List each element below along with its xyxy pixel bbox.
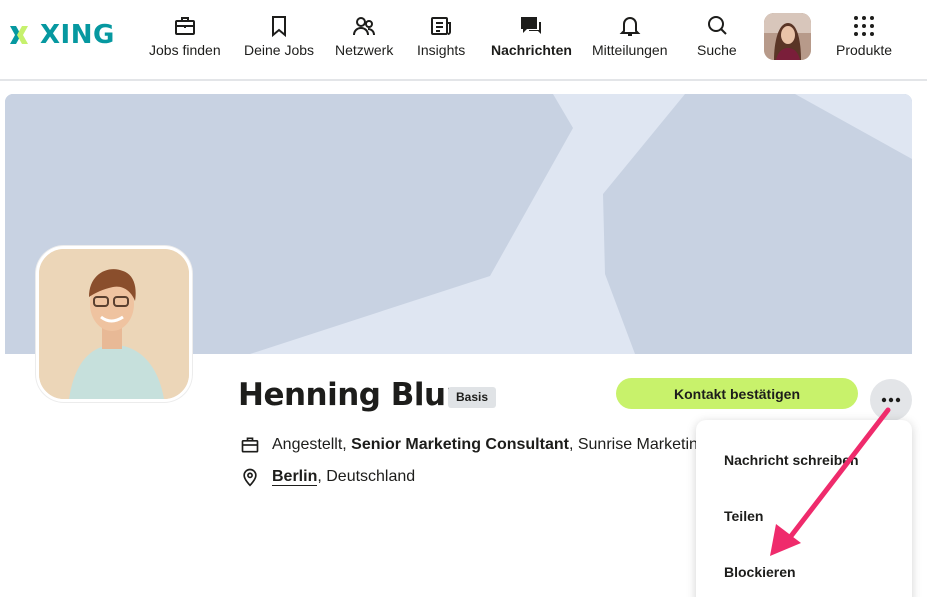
- more-horizontal-icon: [881, 397, 901, 403]
- nav-label: Nachrichten: [491, 42, 572, 58]
- xing-logo-text: XING: [40, 20, 115, 50]
- job-line: Angestellt, Senior Marketing Consultant,…: [272, 436, 707, 453]
- insights-icon: [431, 17, 452, 35]
- menu-item-blockieren[interactable]: Blockieren: [724, 564, 796, 580]
- menu-item-nachricht-schreiben[interactable]: Nachricht schreiben: [724, 452, 859, 468]
- xing-logo[interactable]: XING: [10, 20, 115, 50]
- nav-item-insights[interactable]: Insights: [417, 14, 465, 58]
- top-navigation: XING Jobs finden Deine Jobs Netzwerk Ins…: [0, 0, 927, 81]
- nav-item-netzwerk[interactable]: Netzwerk: [335, 14, 393, 58]
- profile-name: Henning Blum: [238, 377, 478, 413]
- confirm-contact-button[interactable]: Kontakt bestätigen: [616, 378, 858, 409]
- xing-logo-icon: [10, 26, 28, 44]
- people-icon: [353, 17, 376, 36]
- user-avatar[interactable]: [764, 13, 811, 60]
- profile-photo-image: [39, 249, 189, 399]
- profile-photo[interactable]: [36, 246, 192, 402]
- country: Deutschland: [326, 468, 416, 485]
- briefcase-icon: [174, 17, 195, 35]
- more-options-button[interactable]: [870, 379, 912, 421]
- nav-label: Deine Jobs: [244, 42, 315, 58]
- nav-item-deine-jobs[interactable]: Deine Jobs: [244, 14, 314, 58]
- nav-label: Jobs finden: [149, 42, 221, 58]
- search-icon: [707, 16, 727, 35]
- profile-job-row: Angestellt, Senior Marketing Consultant,…: [240, 435, 707, 455]
- job-position: Senior Marketing Consultant: [351, 436, 569, 453]
- nav-label: Produkte: [836, 42, 893, 58]
- nav-item-mitteilungen[interactable]: Mitteilungen: [592, 14, 668, 58]
- bell-icon: [619, 17, 641, 36]
- nav-item-produkte[interactable]: Produkte: [836, 14, 892, 58]
- membership-badge: Basis: [448, 387, 497, 408]
- company-name[interactable]: Sunrise Marketing: [578, 436, 707, 453]
- bookmark-icon: [272, 16, 287, 38]
- briefcase-icon: [241, 437, 259, 453]
- nav-label: Suche: [697, 42, 737, 58]
- menu-item-teilen[interactable]: Teilen: [724, 508, 763, 524]
- nav-label: Mitteilungen: [592, 42, 668, 58]
- location-line: Berlin, Deutschland: [272, 468, 416, 486]
- nav-item-jobs-finden[interactable]: Jobs finden: [149, 14, 221, 58]
- nav-item-nachrichten[interactable]: Nachrichten: [491, 14, 572, 58]
- location-pin-icon: [243, 468, 257, 487]
- grid-icon: [854, 16, 875, 36]
- profile-location-row: Berlin, Deutschland: [240, 467, 415, 487]
- user-avatar-image: [764, 13, 811, 60]
- city-link[interactable]: Berlin: [272, 468, 318, 486]
- nav-item-suche[interactable]: Suche: [697, 14, 737, 58]
- nav-label: Insights: [417, 42, 466, 58]
- chat-icon: [521, 17, 542, 34]
- nav-label: Netzwerk: [335, 42, 394, 58]
- more-options-menu: Nachricht schreiben Teilen Blockieren: [696, 420, 912, 597]
- employment-status: Angestellt: [272, 436, 343, 453]
